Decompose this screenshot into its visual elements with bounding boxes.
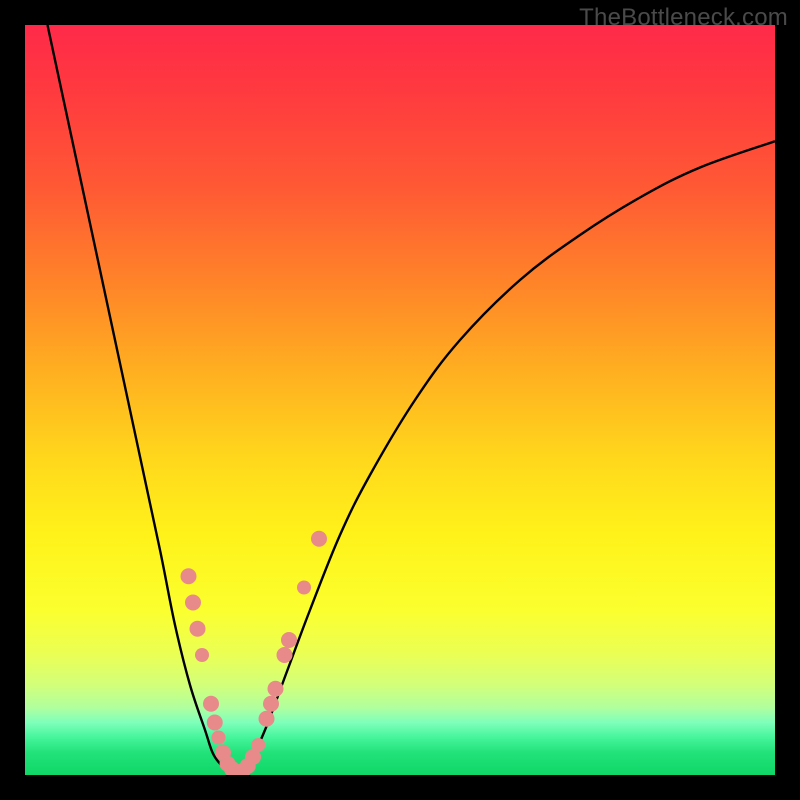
data-point	[297, 581, 311, 595]
data-point	[181, 568, 197, 584]
data-point	[311, 531, 327, 547]
data-point	[281, 632, 297, 648]
watermark-text: TheBottleneck.com	[579, 4, 788, 32]
chart-svg	[25, 25, 775, 775]
curve-right	[235, 141, 775, 773]
data-point-markers	[181, 531, 328, 775]
chart-plot-area	[25, 25, 775, 775]
data-point	[268, 681, 284, 697]
data-point	[259, 711, 275, 727]
curve-left	[48, 25, 236, 774]
data-point	[212, 731, 226, 745]
data-point	[185, 595, 201, 611]
data-point	[251, 738, 265, 752]
data-point	[277, 647, 293, 663]
data-point	[195, 648, 209, 662]
data-point	[263, 696, 279, 712]
data-point	[203, 696, 219, 712]
data-point	[190, 621, 206, 637]
data-point	[207, 715, 223, 731]
